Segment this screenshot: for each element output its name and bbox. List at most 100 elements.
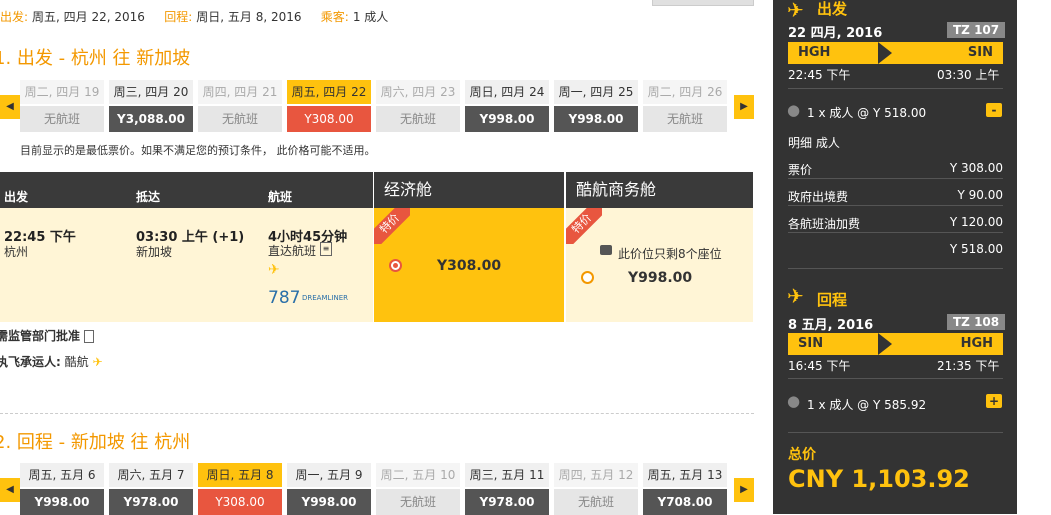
- date-label: 周六, 四月 23: [376, 80, 460, 104]
- date-label: 周一, 四月 25: [554, 80, 638, 104]
- date-label: 周三, 五月 11: [465, 463, 549, 487]
- outbound-arr-time: 03:30 上午: [937, 68, 1000, 82]
- outbound-date-option[interactable]: 周五, 四月 22 Y308.00: [287, 80, 371, 132]
- return-pax-line: 1 x 成人 @ Y 585.92: [807, 398, 927, 412]
- price-note: 目前显示的是最低票价。如果不满足您的预订条件， 此价格可能不适用。: [20, 144, 376, 157]
- direct-flight-link[interactable]: 直达航班: [268, 242, 316, 259]
- date-price: 无航班: [376, 489, 460, 515]
- header-arrive: 抵达: [136, 190, 161, 204]
- date-price: 无航班: [20, 106, 104, 132]
- inbound-date-option[interactable]: 周日, 五月 8 Y308.00: [198, 463, 282, 515]
- date-price: 无航班: [198, 106, 282, 132]
- date-label: 周六, 五月 7: [109, 463, 193, 487]
- return-value: 周日, 五月 8, 2016: [196, 10, 302, 24]
- date-label: 周日, 四月 24: [465, 80, 549, 104]
- promo-badge: 特价: [374, 208, 410, 244]
- outbound-pax-line: 1 x 成人 @ Y 518.00: [807, 106, 927, 120]
- seats-left: 此价位只剩8个座位: [618, 247, 722, 261]
- date-label: 周三, 四月 20: [109, 80, 193, 104]
- user-icon: ●: [787, 101, 801, 119]
- economy-radio[interactable]: [389, 259, 402, 272]
- date-price: Y308.00: [287, 106, 371, 132]
- trip-summary: 出发: 周五, 四月 22, 2016 回程: 周日, 五月 8, 2016 乘客:…: [0, 8, 392, 30]
- outbound-next-button[interactable]: ▶: [734, 95, 754, 119]
- outbound-flight-number: TZ 107: [947, 22, 1006, 38]
- outbound-dep-time: 22:45 下午: [788, 68, 851, 82]
- flight-row: 22:45 下午 杭州 03:30 上午 (+1) 新加坡 4小时45分钟 直达…: [0, 208, 373, 322]
- outbound-date-option[interactable]: 周四, 四月 21 无航班: [198, 80, 282, 132]
- date-price: Y998.00: [465, 106, 549, 132]
- date-label: 周日, 五月 8: [198, 463, 282, 487]
- return-flight-number: TZ 108: [947, 314, 1006, 330]
- booking-summary-panel: ✈ 出发 22 四月, 2016 TZ 107 HGH SIN 22:45 下午…: [773, 0, 1017, 514]
- date-label: 周二, 四月 26: [643, 80, 727, 104]
- total-label: 总价: [788, 447, 816, 463]
- pax-value: 1 成人: [352, 10, 389, 24]
- date-price: Y978.00: [109, 489, 193, 515]
- inbound-date-option[interactable]: 周五, 五月 13 Y708.00: [643, 463, 727, 515]
- promo-badge-biz: 特价: [566, 208, 602, 244]
- date-price: 无航班: [554, 489, 638, 515]
- inbound-next-button[interactable]: ▶: [734, 478, 754, 502]
- date-label: 周五, 五月 6: [20, 463, 104, 487]
- pax-label: 乘客:: [320, 10, 349, 24]
- business-fare-cell[interactable]: 特价 此价位只剩8个座位 Y998.00: [565, 208, 753, 322]
- depart-label: 出发:: [0, 10, 29, 24]
- top-button[interactable]: [652, 0, 754, 6]
- inbound-date-option[interactable]: 周四, 五月 12 无航班: [554, 463, 638, 515]
- table-header: 出发 抵达 航班: [0, 172, 373, 208]
- inbound-date-option[interactable]: 周一, 五月 9 Y998.00: [287, 463, 371, 515]
- outbound-date-option[interactable]: 周六, 四月 23 无航班: [376, 80, 460, 132]
- aircraft-number: 787: [268, 288, 301, 308]
- business-price: Y998.00: [628, 270, 693, 286]
- date-price: 无航班: [376, 106, 460, 132]
- tax-label: 政府出境费: [788, 190, 849, 204]
- fare-value: Y 308.00: [949, 161, 1003, 175]
- date-label: 周五, 四月 22: [287, 80, 371, 104]
- document-icon[interactable]: ≡: [320, 242, 332, 256]
- fuel-label: 各航班油加费: [788, 217, 861, 231]
- header-depart: 出发: [4, 190, 29, 204]
- outbound-title: 1. 出发 - 杭州 往 新加坡: [0, 48, 191, 69]
- outbound-route: HGH SIN: [788, 42, 1003, 64]
- date-price: Y998.00: [287, 489, 371, 515]
- inbound-date-option[interactable]: 周三, 五月 11 Y978.00: [465, 463, 549, 515]
- inbound-date-option[interactable]: 周二, 五月 10 无航班: [376, 463, 460, 515]
- approval-doc-icon[interactable]: [84, 330, 95, 343]
- outbound-date-option[interactable]: 周二, 四月 26 无航班: [643, 80, 727, 132]
- date-label: 周四, 四月 21: [198, 80, 282, 104]
- outbound-prev-button[interactable]: ◀: [0, 95, 20, 119]
- detail-title: 明细 成人: [788, 136, 840, 150]
- outbound-toggle-button[interactable]: -: [986, 103, 1002, 117]
- dep-city: 杭州: [4, 245, 29, 259]
- carrier-line: 执飞承运人: 酷航 ✈: [0, 355, 103, 369]
- return-toggle-button[interactable]: +: [986, 394, 1002, 408]
- date-price: Y708.00: [643, 489, 727, 515]
- aircraft-name: DREAMLINER: [302, 294, 348, 302]
- divider: [0, 413, 754, 414]
- economy-fare-cell[interactable]: 特价 Y308.00: [374, 208, 564, 322]
- header-flight: 航班: [268, 190, 293, 204]
- business-radio[interactable]: [581, 271, 594, 284]
- return-dep-time: 16:45 下午: [788, 359, 851, 373]
- return-panel-title: 回程: [817, 291, 848, 309]
- economy-price: Y308.00: [437, 258, 502, 274]
- inbound-date-option[interactable]: 周五, 五月 6 Y998.00: [20, 463, 104, 515]
- carrier-name: 酷航: [64, 355, 89, 369]
- fuel-value: Y 120.00: [949, 215, 1003, 229]
- outbound-date-option[interactable]: 周日, 四月 24 Y998.00: [465, 80, 549, 132]
- date-price: Y308.00: [198, 489, 282, 515]
- depart-value: 周五, 四月 22, 2016: [32, 10, 145, 24]
- outbound-date-option[interactable]: 周三, 四月 20 Y3,088.00: [109, 80, 193, 132]
- outbound-date-option[interactable]: 周二, 四月 19 无航班: [20, 80, 104, 132]
- date-label: 周二, 四月 19: [20, 80, 104, 104]
- outbound-date-option[interactable]: 周一, 四月 25 Y998.00: [554, 80, 638, 132]
- return-route: SIN HGH: [788, 333, 1003, 355]
- header-business: 酷航商务舱: [566, 172, 753, 208]
- outbound-panel-title: 出发: [817, 0, 848, 18]
- inbound-prev-button[interactable]: ◀: [0, 478, 20, 502]
- total-price: CNY 1,103.92: [788, 465, 970, 493]
- return-label: 回程:: [164, 10, 193, 24]
- seat-icon: [600, 245, 612, 255]
- inbound-date-option[interactable]: 周六, 五月 7 Y978.00: [109, 463, 193, 515]
